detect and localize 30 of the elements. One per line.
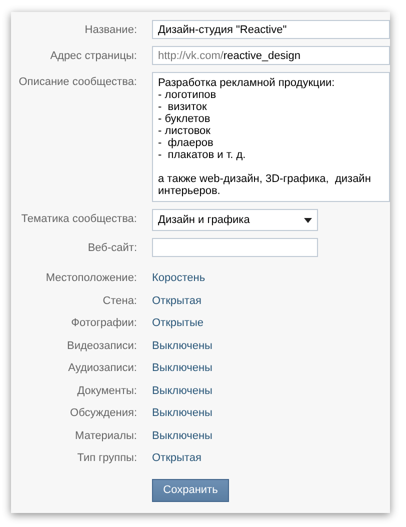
setting-link[interactable]: Коростень <box>152 270 206 284</box>
field-label: Веб-сайт: <box>86 241 137 254</box>
setting-link[interactable]: Выключены <box>152 382 212 396</box>
setting-link[interactable]: Открытая <box>152 292 202 306</box>
save-button[interactable]: Сохранить <box>152 478 229 502</box>
setting-label: Местоположение: <box>44 271 137 284</box>
setting-link[interactable]: Открытая <box>152 450 202 464</box>
category-dropdown[interactable]: Дизайн и графика <box>152 209 318 231</box>
dropdown-caret-icon <box>304 218 312 222</box>
setting-label: Видеозаписи: <box>66 338 137 352</box>
setting-label: Аудиозаписи: <box>67 361 137 374</box>
address-field[interactable]: http://vk.com/reactive_design <box>152 46 390 65</box>
setting-link[interactable]: Выключены <box>152 338 212 352</box>
setting-label: Тип группы: <box>76 451 137 464</box>
setting-label: Стена: <box>102 294 137 306</box>
field-label: Описание сообщества: <box>18 75 137 88</box>
setting-link[interactable]: Выключены <box>152 360 212 374</box>
setting-link[interactable]: Открытые <box>152 315 204 329</box>
setting-label: Обсуждения: <box>69 406 137 419</box>
description-field[interactable]: Разработка рекламной продукции: - логотипов - визиток - буклетов - листовок - флаеров - плакатов и т. д. а также web-дизайн, 3D-графика, дизайн интерьеров. <box>152 72 390 202</box>
setting-label: Фотографии: <box>70 316 137 329</box>
setting-label: Материалы: <box>74 428 137 442</box>
setting-link[interactable]: Выключены <box>152 428 212 442</box>
field-label: Название: <box>84 23 137 36</box>
input-field[interactable]: Дизайн-студия "Reactive" <box>152 20 390 39</box>
field-label: Адрес страницы: <box>49 49 137 62</box>
setting-link[interactable]: Выключены <box>152 405 212 419</box>
field-label: Тематика сообщества: <box>20 212 137 225</box>
setting-label: Документы: <box>76 384 137 396</box>
input-field[interactable] <box>152 238 318 257</box>
